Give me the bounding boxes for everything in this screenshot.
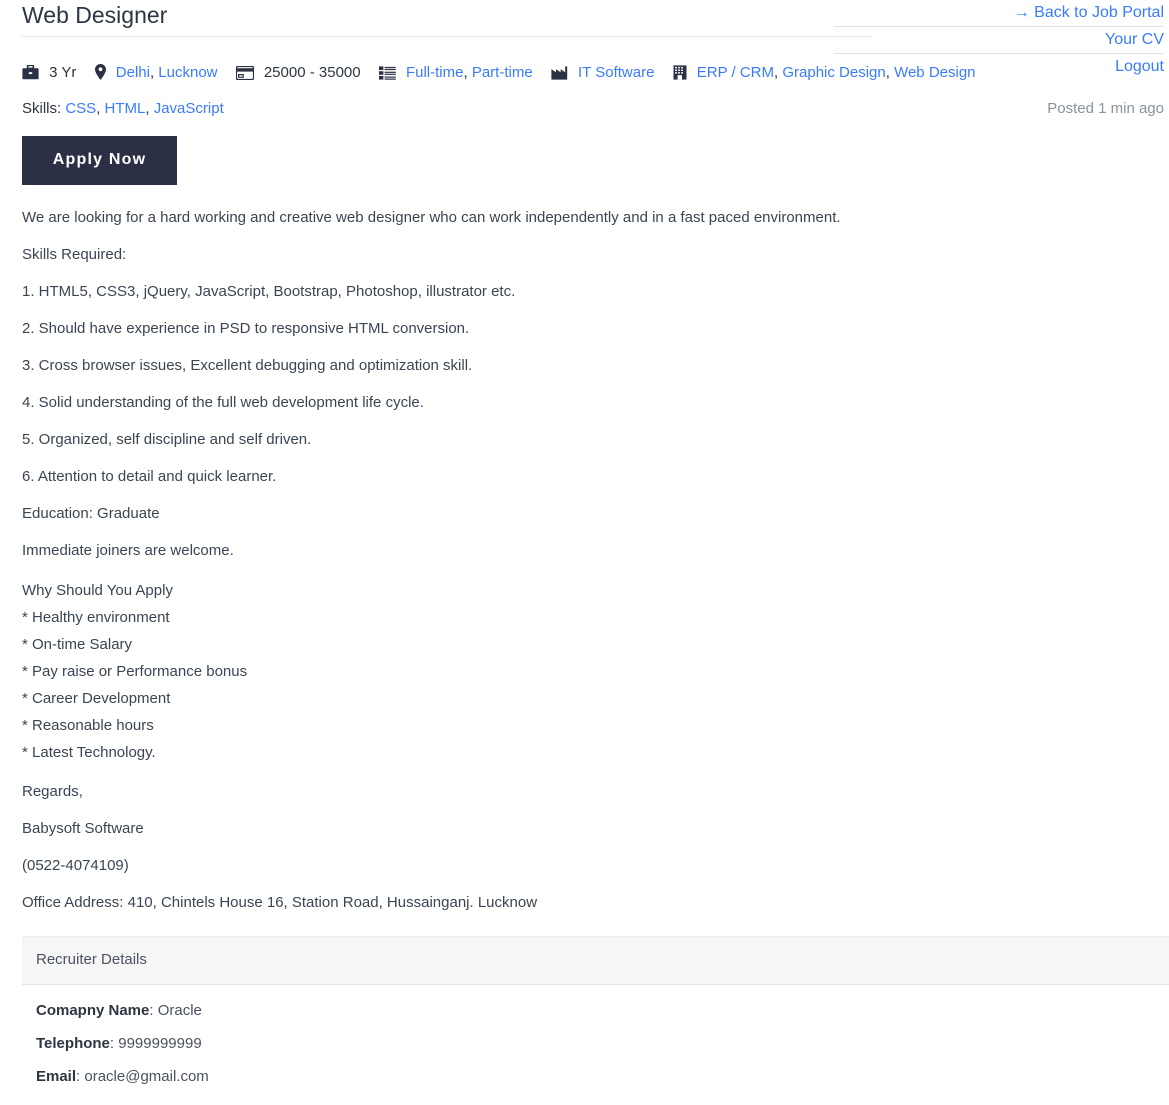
why-apply-item: * Pay raise or Performance bonus	[22, 663, 248, 681]
why-apply-heading: Why Should You Apply	[22, 582, 173, 600]
requirement-item: 6. Attention to detail and quick learner…	[22, 468, 277, 486]
recruiter-details-panel: Recruiter Details Comapny Name: Oracle T…	[22, 936, 1169, 1105]
recruiter-telephone-label: Telephone	[36, 1035, 110, 1053]
requirement-item: 5. Organized, self discipline and self d…	[22, 431, 312, 449]
meta-job-type: Full-time, Part-time	[378, 62, 533, 84]
industry-link[interactable]: IT Software	[578, 64, 654, 81]
location-link-0[interactable]: Delhi	[116, 64, 150, 81]
credit-card-icon	[235, 66, 254, 81]
salary-value: 25000 - 35000	[263, 64, 361, 82]
meta-industry: IT Software	[551, 62, 654, 84]
recruiter-company-label: Comapny Name	[36, 1002, 150, 1020]
skill-link-2[interactable]: JavaScript	[154, 100, 224, 117]
job-type-link-1[interactable]: Part-time	[472, 64, 533, 81]
recruiter-email-row: Email: oracle@gmail.com	[36, 1067, 1169, 1087]
top-navigation: → Back to Job Portal Your CV Logout	[834, 0, 1164, 80]
why-apply-item: * Latest Technology.	[22, 744, 156, 762]
logout-link[interactable]: Logout	[834, 54, 1164, 80]
joiners-line: Immediate joiners are welcome.	[22, 542, 234, 560]
job-detail-page: → Back to Job Portal Your CV Logout Web …	[0, 0, 1169, 1105]
recruiter-company-value: : Oracle	[149, 1002, 202, 1020]
apply-now-button[interactable]: Apply Now	[22, 136, 177, 186]
skills-row: Skills: CSS, HTML, JavaScript Posted 1 m…	[0, 98, 1169, 120]
recruiter-company-row: Comapny Name: Oracle	[36, 1001, 1169, 1021]
why-apply-item: * Career Development	[22, 690, 171, 708]
why-apply-item: * Healthy environment	[22, 609, 170, 627]
recruiter-email-value: : oracle@gmail.com	[76, 1068, 209, 1086]
regards-line: Regards,	[22, 783, 83, 801]
factory-icon	[551, 66, 568, 80]
recruiter-email-label: Email	[36, 1068, 77, 1086]
phone-line: (0522-4074109)	[22, 857, 129, 875]
requirement-item: 4. Solid understanding of the full web d…	[22, 394, 424, 412]
map-marker-icon	[94, 64, 106, 81]
skills-required-heading: Skills Required:	[22, 246, 127, 264]
education-line: Education: Graduate	[22, 505, 160, 523]
meta-experience: 3 Yr	[22, 62, 76, 84]
address-line: Office Address: 410, Chintels House 16, …	[22, 894, 538, 912]
recruiter-telephone-row: Telephone: 9999999999	[36, 1034, 1169, 1054]
description-intro: We are looking for a hard working and cr…	[22, 209, 841, 227]
recruiter-telephone-value: : 9999999999	[109, 1035, 202, 1053]
skills-label: Skills:	[22, 100, 62, 118]
meta-salary: 25000 - 35000	[235, 62, 361, 84]
meta-location: Delhi, Lucknow	[94, 62, 218, 84]
posted-timestamp: Posted 1 min ago	[1047, 100, 1164, 118]
apply-action-area: Apply Now	[0, 136, 1169, 186]
function-link-0[interactable]: ERP / CRM	[697, 64, 774, 81]
job-description: We are looking for a hard working and cr…	[0, 207, 1169, 914]
experience-value: 3 Yr	[49, 64, 77, 82]
title-divider	[22, 36, 872, 37]
skill-link-0[interactable]: CSS	[65, 100, 96, 117]
your-cv-link[interactable]: Your CV	[834, 27, 1164, 54]
why-apply-item: * On-time Salary	[22, 636, 133, 654]
list-icon	[378, 66, 396, 80]
recruiter-details-heading: Recruiter Details	[22, 937, 1169, 986]
company-line: Babysoft Software	[22, 820, 144, 838]
building-icon	[673, 65, 687, 80]
skill-link-1[interactable]: HTML	[105, 100, 146, 117]
why-apply-item: * Reasonable hours	[22, 717, 154, 735]
back-to-job-portal-link[interactable]: → Back to Job Portal	[834, 0, 1164, 27]
requirement-item: 1. HTML5, CSS3, jQuery, JavaScript, Boot…	[22, 283, 516, 301]
requirement-item: 3. Cross browser issues, Excellent debug…	[22, 357, 473, 375]
location-link-1[interactable]: Lucknow	[158, 64, 217, 81]
briefcase-icon	[22, 65, 39, 80]
requirement-item: 2. Should have experience in PSD to resp…	[22, 320, 470, 338]
job-type-link-0[interactable]: Full-time	[406, 64, 464, 81]
recruiter-details-body: Comapny Name: Oracle Telephone: 99999999…	[22, 985, 1169, 1105]
